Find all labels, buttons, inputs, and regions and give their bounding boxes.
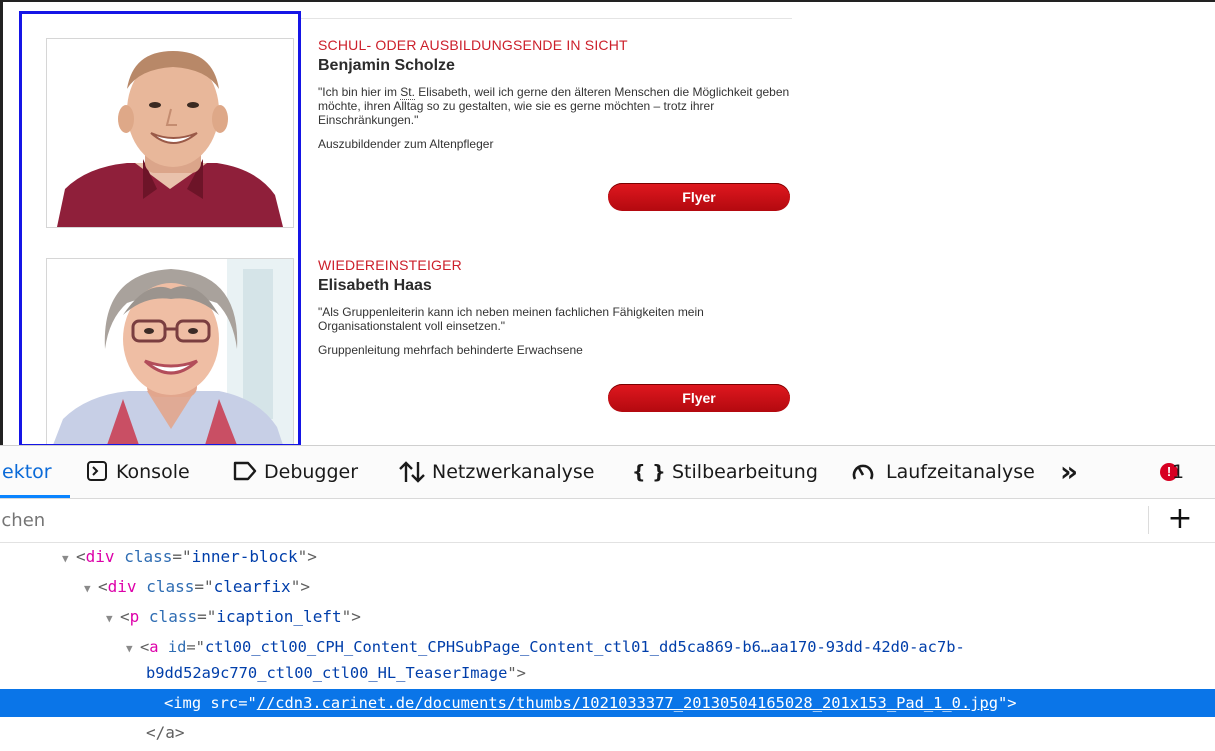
quote-text-start: "Ich bin hier im (318, 85, 401, 99)
teaser-benjamin: SCHUL- ODER AUSBILDUNGSENDE IN SICHT Ben… (318, 36, 794, 151)
add-node-button[interactable]: + (1166, 504, 1194, 534)
tab-debugger[interactable]: Debugger (232, 446, 374, 498)
devtools-panel: ektor Konsole Debugger Netzwerkanalyse { (0, 445, 1215, 751)
style-editor-icon: { } (632, 461, 666, 483)
tab-label: Debugger (264, 461, 359, 483)
tree-node-selected[interactable]: <img src="//cdn3.carinet.de/documents/th… (0, 689, 1215, 717)
tree-node-continuation: b9dd52a9c770_ctl00_ctl00_HL_TeaserImage"… (146, 664, 526, 682)
teaser-name[interactable]: Benjamin Scholze (318, 56, 794, 76)
search-divider (1148, 506, 1149, 534)
expand-triangle-icon[interactable]: ▼ (62, 545, 76, 573)
expand-triangle-icon[interactable]: ▼ (106, 605, 120, 633)
teaser-role: Gruppenleitung mehrfach behinderte Erwac… (318, 343, 583, 357)
network-icon (399, 461, 425, 483)
tab-label: Laufzeitanalyse (886, 461, 1035, 483)
teaser-quote: "Ich bin hier im St. Elisabeth, weil ich… (318, 85, 794, 127)
tree-node[interactable]: ▼ <a id="ctl00_ctl00_CPH_Content_CPHSubPa… (0, 633, 1215, 661)
content-divider (300, 18, 792, 19)
tree-node[interactable]: ▼ <div class="clearfix"> (0, 573, 1215, 601)
markup-tree: ▼ <div class="inner-block"> ▼ <div class="… (0, 543, 1215, 751)
window-frame-top (0, 0, 1215, 2)
expand-triangle-icon[interactable]: ▼ (84, 575, 98, 603)
tab-label: Konsole (116, 461, 190, 483)
abbreviation-st: St. (400, 85, 415, 100)
teaser-category: SCHUL- ODER AUSBILDUNGSENDE IN SICHT (318, 37, 628, 53)
flyer-button[interactable]: Flyer (608, 384, 790, 412)
teaser-quote: "Als Gruppenleiterin kann ich neben mein… (318, 305, 704, 333)
tab-performance[interactable]: Laufzeitanalyse (850, 446, 1040, 498)
debugger-icon (233, 461, 257, 481)
performance-icon (852, 464, 874, 480)
teaser-role: Auszubildender zum Altenpfleger (318, 137, 494, 151)
markup-search-bar: + (0, 498, 1215, 543)
inspector-highlight-overlay (19, 11, 301, 447)
tab-console[interactable]: Konsole (86, 446, 206, 498)
tab-network[interactable]: Netzwerkanalyse (398, 446, 604, 498)
devtools-toolbar: ektor Konsole Debugger Netzwerkanalyse { (0, 445, 1215, 499)
search-html-input[interactable] (0, 498, 1140, 542)
teaser-name[interactable]: Elisabeth Haas (318, 276, 794, 296)
tree-node-close[interactable]: </a> (0, 719, 1215, 747)
console-icon (87, 461, 107, 481)
window-frame-left (0, 0, 3, 445)
tab-label: Netzwerkanalyse (432, 461, 595, 483)
tab-style-editor[interactable]: { } Stilbearbeitung (632, 446, 824, 498)
tab-label: Stilbearbeitung (672, 461, 818, 483)
teaser-category: WIEDEREINSTEIGER (318, 257, 462, 273)
flyer-button[interactable]: Flyer (608, 183, 790, 211)
tab-label: ektor (2, 461, 52, 483)
error-count[interactable]: 1 (1172, 446, 1184, 498)
tree-node[interactable]: ▼ <div class="inner-block"> (0, 543, 1215, 571)
tree-node[interactable]: ▼ <p class="icaption_left"> (0, 603, 1215, 631)
teaser-elisabeth: WIEDEREINSTEIGER Elisabeth Haas "Als Gru… (318, 256, 794, 357)
more-tools-chevron-icon[interactable]: » (1060, 446, 1078, 498)
image-src-link[interactable]: //cdn3.carinet.de/documents/thumbs/10210… (257, 694, 998, 712)
